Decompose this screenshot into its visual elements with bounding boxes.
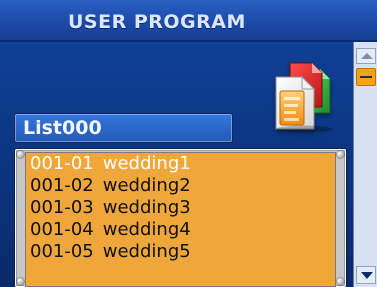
program-list-item[interactable]: 001-03 wedding3 [26,197,335,219]
program-list-panel: 001-01 wedding1 001-02 wedding2 001-03 wedd… [15,149,346,287]
program-number: 001-01 [30,153,94,174]
program-list-item[interactable]: 001-04 wedding4 [26,219,335,241]
panel-screw-icon [17,278,24,285]
vertical-scrollbar[interactable] [353,42,377,287]
program-list-item[interactable]: 001-05 wedding5 [26,241,335,263]
user-program-screen: USER PROGRAM List000 001-01 wedding1 001… [0,0,377,287]
program-number: 001-04 [30,219,94,240]
program-number: 001-03 [30,197,94,218]
panel-screw-icon [337,151,344,158]
scroll-up-button[interactable] [356,48,376,64]
page-title: USER PROGRAM [68,11,246,33]
program-name: wedding4 [102,219,191,240]
program-name: wedding2 [102,175,191,196]
panel-screw-icon [17,151,24,158]
list-name-field[interactable]: List000 [15,114,232,142]
documents-copy-icon [262,55,342,133]
scroll-down-button[interactable] [356,266,376,284]
program-name: wedding5 [102,241,191,262]
list-name-text: List000 [23,117,102,139]
program-name: wedding1 [102,153,191,174]
program-number: 001-05 [30,241,94,262]
panel-screw-icon [337,278,344,285]
title-bar: USER PROGRAM [0,0,377,42]
program-number: 001-02 [30,175,94,196]
program-list[interactable]: 001-01 wedding1 001-02 wedding2 001-03 wedd… [25,152,336,287]
program-list-item[interactable]: 001-01 wedding1 [26,153,335,175]
scrollbar-thumb[interactable] [356,68,376,86]
program-name: wedding3 [102,197,191,218]
program-list-item[interactable]: 001-02 wedding2 [26,175,335,197]
